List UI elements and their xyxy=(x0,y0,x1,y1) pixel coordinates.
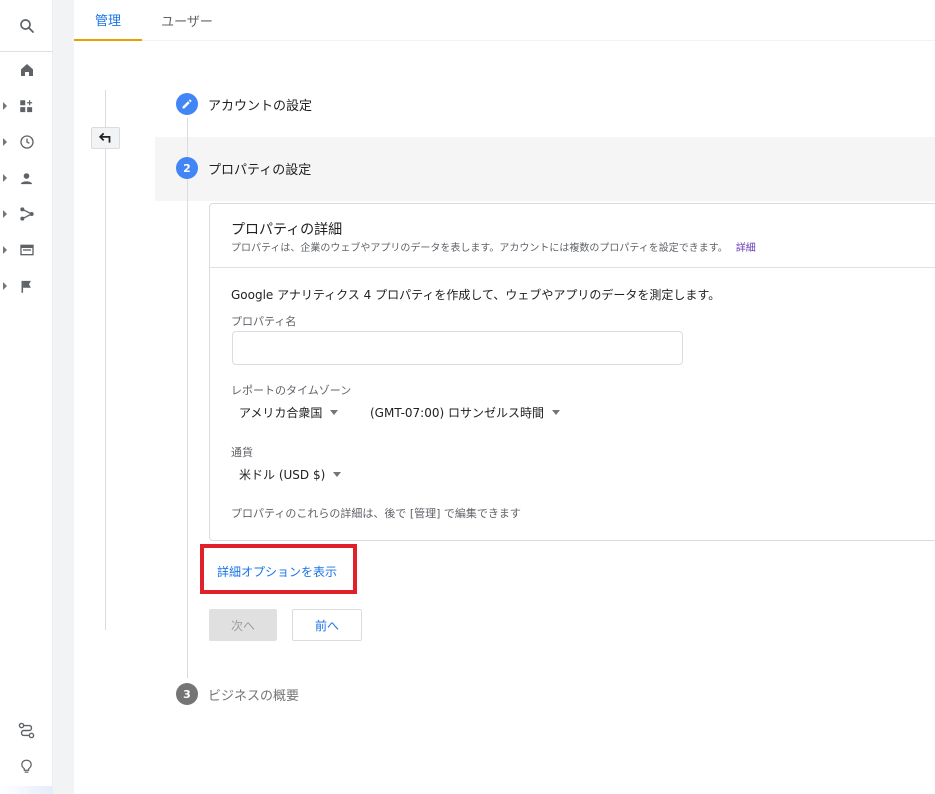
top-tab-bar: 管理 ユーザー xyxy=(74,0,935,41)
panel-divider-line xyxy=(105,90,106,630)
expand-caret-icon xyxy=(3,102,7,110)
step-account-setup[interactable]: アカウントの設定 xyxy=(176,93,312,115)
nav-acquisition[interactable] xyxy=(0,196,53,232)
stepper-line xyxy=(187,118,188,678)
nav-discover[interactable] xyxy=(0,712,53,748)
next-button[interactable]: 次へ xyxy=(209,609,277,641)
dashboard-icon xyxy=(20,99,33,112)
back-button[interactable] xyxy=(91,127,120,149)
search-icon xyxy=(19,18,34,33)
card-description-text: プロパティは、企業のウェブやアプリのデータを表します。アカウントには複数のプロパ… xyxy=(231,243,728,254)
expand-caret-icon xyxy=(3,246,7,254)
expand-caret-icon xyxy=(3,210,7,218)
step-business-overview[interactable]: 3 ビジネスの概要 xyxy=(176,683,299,705)
left-nav-rail xyxy=(0,0,53,794)
country-select[interactable]: アメリカ合衆国 xyxy=(239,404,339,421)
home-icon xyxy=(20,64,33,76)
pencil-icon xyxy=(182,99,192,109)
dropdown-arrow-icon xyxy=(333,472,342,477)
dropdown-arrow-icon xyxy=(551,410,560,415)
step-label: ビジネスの概要 xyxy=(208,688,300,704)
lightbulb-icon xyxy=(21,759,32,773)
person-icon xyxy=(20,172,33,184)
learn-more-link[interactable]: 詳細 xyxy=(736,243,756,254)
nav-realtime[interactable] xyxy=(0,124,53,160)
step-label: アカウントの設定 xyxy=(208,98,313,114)
intro-text: Google アナリティクス 4 プロパティを作成して、ウェブやアプリのデータを… xyxy=(231,288,721,302)
nav-conversions[interactable] xyxy=(0,268,53,304)
step-property-setup[interactable]: 2 プロパティの設定 xyxy=(176,157,311,179)
timezone-select[interactable]: (GMT-07:00) ロサンゼルス時間 xyxy=(370,404,560,421)
step-label: プロパティの設定 xyxy=(208,162,312,178)
nav-audience[interactable] xyxy=(0,160,53,196)
content-gutter xyxy=(53,0,74,794)
show-advanced-options-link[interactable]: 詳細オプションを表示 xyxy=(217,563,337,580)
property-name-label: プロパティ名 xyxy=(231,315,297,328)
currency-label: 通貨 xyxy=(231,446,253,459)
timezone-value: (GMT-07:00) ロサンゼルス時間 xyxy=(370,406,544,420)
card-description: プロパティは、企業のウェブやアプリのデータを表します。アカウントには複数のプロパ… xyxy=(231,239,756,254)
expand-caret-icon xyxy=(3,282,7,290)
nav-home[interactable] xyxy=(0,52,53,88)
flag-icon xyxy=(21,280,31,293)
card-title: プロパティの詳細 xyxy=(231,222,343,238)
clock-icon xyxy=(19,135,34,149)
tab-user[interactable]: ユーザー xyxy=(152,0,222,41)
timezone-label: レポートのタイムゾーン xyxy=(231,384,352,397)
country-value: アメリカ合衆国 xyxy=(239,406,323,420)
expand-caret-icon xyxy=(3,174,7,182)
currency-select[interactable]: 米ドル (USD $) xyxy=(239,466,342,483)
dropdown-arrow-icon xyxy=(330,410,339,415)
search-button[interactable] xyxy=(0,0,53,52)
route-icon xyxy=(18,722,35,738)
expand-caret-icon xyxy=(3,138,7,146)
nav-customization[interactable] xyxy=(0,88,53,124)
prev-button[interactable]: 前へ xyxy=(292,609,362,641)
rail-bottom-shadow xyxy=(0,786,53,794)
back-arrow-icon xyxy=(98,132,110,143)
acquisition-icon xyxy=(19,207,34,221)
step-number-badge: 2 xyxy=(176,157,198,179)
property-details-card: プロパティの詳細 プロパティは、企業のウェブやアプリのデータを表します。アカウン… xyxy=(209,203,935,541)
property-name-input[interactable] xyxy=(232,331,683,365)
step-complete-badge xyxy=(176,93,198,115)
step-number-badge: 3 xyxy=(176,683,198,705)
edit-later-note: プロパティのこれらの詳細は、後で [管理] で編集できます xyxy=(231,507,521,520)
card-header: プロパティの詳細 プロパティは、企業のウェブやアプリのデータを表します。アカウン… xyxy=(210,204,935,268)
nav-insights[interactable] xyxy=(0,748,53,784)
currency-value: 米ドル (USD $) xyxy=(239,468,326,482)
nav-behavior[interactable] xyxy=(0,232,53,268)
display-icon xyxy=(19,244,34,256)
tab-admin[interactable]: 管理 xyxy=(74,0,142,41)
